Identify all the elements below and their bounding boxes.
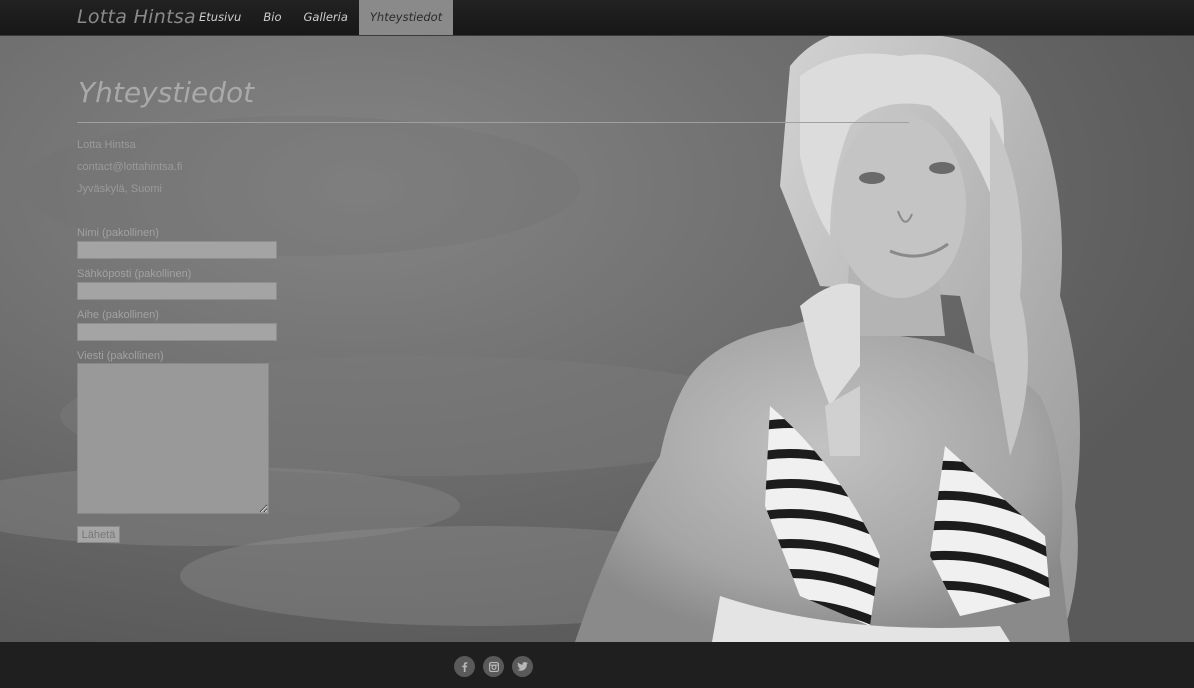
title-divider (77, 122, 909, 123)
facebook-icon[interactable] (454, 656, 475, 677)
nav-item-yhteystiedot[interactable]: Yhteystiedot (358, 0, 454, 35)
instagram-icon[interactable] (483, 656, 504, 677)
contact-location: Jyväskylä, Suomi (77, 183, 162, 195)
nav-item-bio[interactable]: Bio (252, 0, 292, 35)
nav-item-etusivu[interactable]: Etusivu (188, 0, 252, 35)
page-title: Yhteystiedot (78, 76, 255, 109)
email-input[interactable] (77, 282, 277, 300)
submit-button[interactable]: Lähetä (77, 526, 120, 543)
top-navigation: Lotta Hintsa Etusivu Bio Galleria Yhteys… (0, 0, 1194, 36)
email-label: Sähköposti (pakollinen) (77, 268, 192, 280)
message-label: Viesti (pakollinen) (77, 350, 164, 362)
name-label: Nimi (pakollinen) (77, 227, 159, 239)
name-input[interactable] (77, 241, 277, 259)
hero-section: Yhteystiedot Lotta Hintsa contact@lottah… (0, 36, 1194, 642)
twitter-icon[interactable] (512, 656, 533, 677)
footer (0, 642, 1194, 688)
subject-input[interactable] (77, 323, 277, 341)
contact-name: Lotta Hintsa (77, 139, 136, 151)
nav-item-galleria[interactable]: Galleria (292, 0, 358, 35)
nav-menu: Etusivu Bio Galleria Yhteystiedot (188, 0, 454, 35)
contact-email: contact@lottahintsa.fi (77, 161, 183, 173)
subject-label: Aihe (pakollinen) (77, 309, 159, 321)
brand-logo[interactable]: Lotta Hintsa (77, 6, 196, 28)
message-textarea[interactable] (77, 363, 269, 514)
